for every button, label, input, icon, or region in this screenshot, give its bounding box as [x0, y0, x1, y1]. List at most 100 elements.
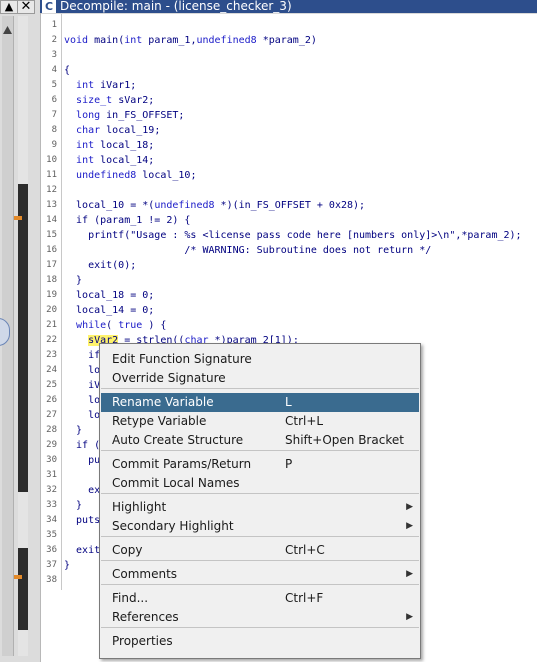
menu-item-label: Commit Params/Return	[112, 457, 252, 471]
code-text[interactable]: size_t sVar2;	[64, 93, 154, 108]
code-line[interactable]: 13 local_10 = *(undefined8 *)(in_FS_OFFS…	[41, 198, 537, 213]
menu-item-label: References	[112, 610, 179, 624]
search-hit-marker	[14, 216, 22, 220]
menu-item-commit-params-return[interactable]: Commit Params/Return P	[101, 455, 419, 474]
code-text[interactable]: exit(0);	[64, 258, 136, 273]
menu-item-edit-function-signature[interactable]: Edit Function Signature	[101, 350, 419, 369]
code-text[interactable]: void main(int param_1,undefined8 *param_…	[64, 33, 317, 48]
menu-item-properties[interactable]: Properties	[101, 632, 419, 651]
line-number: 21	[46, 320, 57, 330]
line-number: 3	[51, 50, 57, 60]
code-text[interactable]: int local_18;	[64, 138, 154, 153]
line-number: 27	[46, 410, 57, 420]
code-line[interactable]: 12	[41, 183, 537, 198]
code-line[interactable]: 21 while( true ) {	[41, 318, 537, 333]
code-line[interactable]: 18 }	[41, 273, 537, 288]
code-text[interactable]: lo	[64, 393, 100, 408]
menu-item-auto-create-structure[interactable]: Auto Create Structure Shift+Open Bracket	[101, 431, 419, 450]
code-text[interactable]: while( true ) {	[64, 318, 166, 333]
code-line[interactable]: 15 printf("Usage : %s <license pass code…	[41, 228, 537, 243]
code-line[interactable]: 2 void main(int param_1,undefined8 *param…	[41, 33, 537, 48]
line-number: 13	[46, 200, 57, 210]
menu-item-label: Highlight	[112, 500, 167, 514]
code-text[interactable]: local_18 = 0;	[64, 288, 154, 303]
scroll-up-icon[interactable]	[2, 20, 13, 34]
code-text[interactable]: undefined8 local_10;	[64, 168, 196, 183]
menu-item-commit-local-names[interactable]: Commit Local Names	[101, 474, 419, 493]
code-text[interactable]: }	[64, 558, 70, 573]
menu-item-override-signature[interactable]: Override Signature	[101, 369, 419, 388]
code-text[interactable]: local_14 = 0;	[64, 303, 154, 318]
line-number: 19	[46, 290, 57, 300]
code-line[interactable]: 6 size_t sVar2;	[41, 93, 537, 108]
code-line[interactable]: 5 int iVar1;	[41, 78, 537, 93]
code-text[interactable]: printf("Usage : %s <license pass code he…	[64, 228, 521, 243]
overview-marker	[18, 548, 28, 630]
code-line[interactable]: 4{	[41, 63, 537, 78]
code-text[interactable]: iV	[64, 378, 100, 393]
line-number: 6	[51, 95, 57, 105]
menu-item-secondary-highlight[interactable]: Secondary Highlight ▶	[101, 517, 419, 536]
code-text[interactable]: ex	[64, 483, 100, 498]
decompiler-icon: C	[42, 0, 56, 13]
menu-item-references[interactable]: References ▶	[101, 608, 419, 627]
line-number: 1	[51, 20, 57, 30]
code-text[interactable]: char local_19;	[64, 123, 160, 138]
code-line[interactable]: 19 local_18 = 0;	[41, 288, 537, 303]
code-text[interactable]: pu	[64, 453, 100, 468]
code-line[interactable]: 9 int local_18;	[41, 138, 537, 153]
code-text[interactable]: long in_FS_OFFSET;	[64, 108, 184, 123]
code-line[interactable]: 11 undefined8 local_10;	[41, 168, 537, 183]
line-number: 30	[46, 455, 57, 465]
code-line[interactable]: 16 /* WARNING: Subroutine does not retur…	[41, 243, 537, 258]
menu-item-label: Find...	[112, 591, 149, 605]
code-line[interactable]: 8 char local_19;	[41, 123, 537, 138]
menu-separator	[101, 388, 419, 389]
code-line[interactable]: 14 if (param_1 != 2) {	[41, 213, 537, 228]
code-line[interactable]: 1	[41, 18, 537, 33]
line-number: 35	[46, 530, 57, 540]
code-text[interactable]: exit	[64, 543, 100, 558]
code-text[interactable]: {	[64, 63, 70, 78]
line-number: 20	[46, 305, 57, 315]
code-line[interactable]: 20 local_14 = 0;	[41, 303, 537, 318]
line-number: 18	[46, 275, 57, 285]
code-line[interactable]: 10 int local_14;	[41, 153, 537, 168]
menu-separator	[101, 536, 419, 537]
line-number: 4	[51, 65, 57, 75]
close-icon[interactable]: ✕	[17, 0, 35, 14]
line-number: 37	[46, 560, 57, 570]
code-text[interactable]: lo	[64, 363, 100, 378]
code-line[interactable]: 3	[41, 48, 537, 63]
menu-item-highlight[interactable]: Highlight ▶	[101, 498, 419, 517]
line-number: 11	[46, 170, 57, 180]
menu-item-rename-variable[interactable]: Rename Variable L	[101, 393, 419, 412]
code-text[interactable]: }	[64, 498, 82, 513]
code-line[interactable]: 17 exit(0);	[41, 258, 537, 273]
code-text[interactable]: if (	[64, 438, 100, 453]
line-number: 38	[46, 575, 57, 585]
navigation-strip: ▲ ✕	[0, 0, 41, 662]
code-text[interactable]: if	[64, 348, 100, 363]
code-text[interactable]: puts	[64, 513, 100, 528]
code-text[interactable]: if (param_1 != 2) {	[64, 213, 190, 228]
line-number: 23	[46, 350, 57, 360]
code-line[interactable]: 7 long in_FS_OFFSET;	[41, 108, 537, 123]
line-number: 33	[46, 500, 57, 510]
menu-item-retype-variable[interactable]: Retype Variable Ctrl+L	[101, 412, 419, 431]
dropdown-icon[interactable]: ▲	[0, 0, 18, 14]
code-text[interactable]: int local_14;	[64, 153, 154, 168]
code-text[interactable]: /* WARNING: Subroutine does not return *…	[64, 243, 431, 258]
code-text[interactable]: }	[64, 423, 82, 438]
menu-item-comments[interactable]: Comments ▶	[101, 565, 419, 584]
line-number: 16	[46, 245, 57, 255]
menu-item-find[interactable]: Find... Ctrl+F	[101, 589, 419, 608]
code-text[interactable]: lo	[64, 408, 100, 423]
line-number: 32	[46, 485, 57, 495]
overview-ruler[interactable]	[18, 16, 28, 656]
code-text[interactable]: int iVar1;	[64, 78, 136, 93]
menu-item-copy[interactable]: Copy Ctrl+C	[101, 541, 419, 560]
code-text[interactable]: local_10 = *(undefined8 *)(in_FS_OFFSET …	[64, 198, 365, 213]
code-text[interactable]: }	[64, 273, 82, 288]
menu-separator	[101, 450, 419, 451]
